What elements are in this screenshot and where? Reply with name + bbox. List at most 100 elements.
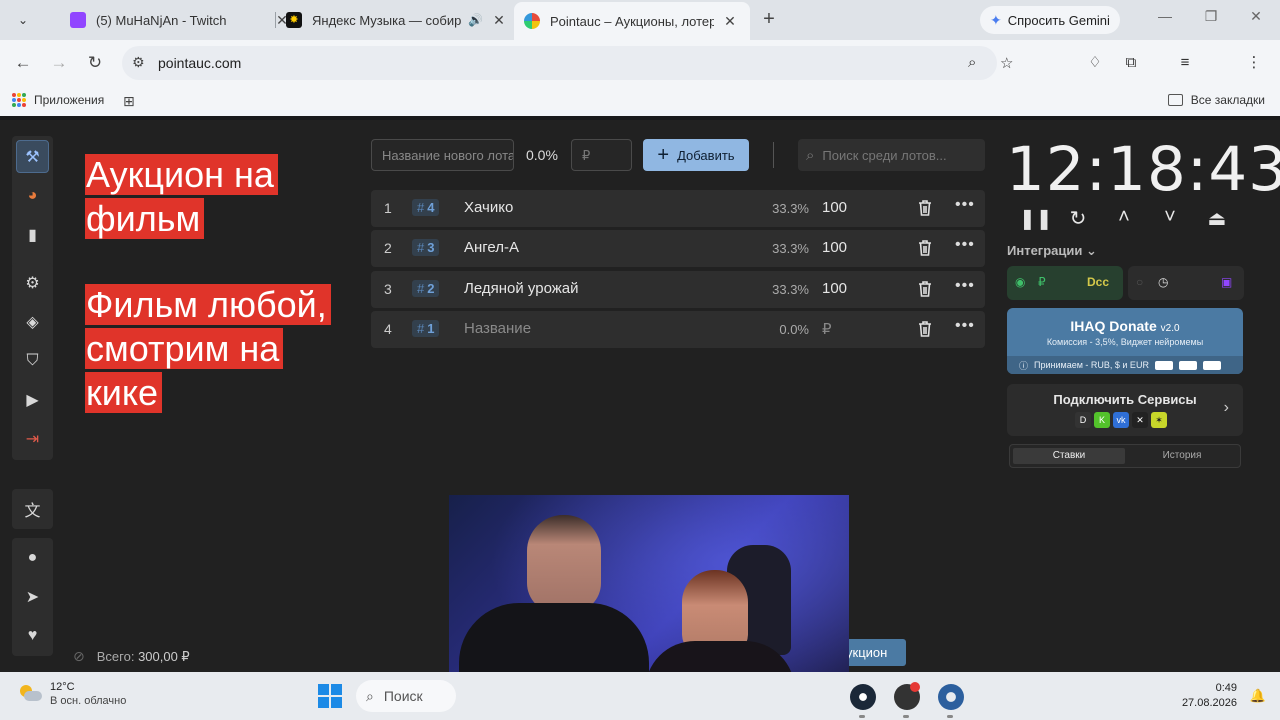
maximize-button[interactable]: ❐ <box>1199 8 1223 25</box>
more-options-icon[interactable]: ••• <box>955 196 975 214</box>
lot-name[interactable]: Название <box>464 320 531 337</box>
double-chevron-up-icon[interactable]: ⏏ <box>1204 206 1230 231</box>
lot-id-tag: #2 <box>412 280 440 297</box>
new-lot-name-input[interactable]: Название нового лота <box>371 139 514 171</box>
video-icon[interactable]: ▶ <box>16 383 49 416</box>
translate-icon[interactable]: 文 <box>16 492 49 525</box>
auction-rule-overlay: Фильм любой, смотрим на кике <box>85 283 360 415</box>
trash-icon[interactable] <box>916 279 934 299</box>
more-options-icon[interactable]: ••• <box>955 236 975 254</box>
trash-icon[interactable] <box>916 238 934 258</box>
pause-icon[interactable]: ❚❚ <box>1019 206 1053 231</box>
media-controls-icon[interactable]: ≡ <box>1174 52 1196 74</box>
search-lots-input[interactable]: ⌕ Поиск среди лотов... <box>798 139 985 171</box>
lot-name[interactable]: Ангел-А <box>464 239 519 256</box>
add-lot-label: Добавить <box>677 147 735 163</box>
auction-button[interactable]: укцион <box>842 639 906 666</box>
lot-row[interactable]: 2 #3 Ангел-А 33.3% 100 ••• <box>371 230 985 267</box>
tab-search-icon[interactable]: ⌄ <box>10 8 36 32</box>
chevron-down-icon[interactable]: ˅ <box>1157 206 1183 229</box>
lot-name[interactable]: Ледяной урожай <box>464 280 579 297</box>
tab-twitch[interactable]: (5) MuHaNjAn - Twitch ✕ <box>60 4 300 36</box>
tab-close-icon[interactable]: ✕ <box>722 13 738 30</box>
notifications-icon[interactable]: 🔔 <box>1250 688 1266 704</box>
extensions-icon[interactable]: ⧉ <box>1120 52 1142 74</box>
steam-icon[interactable] <box>850 684 876 710</box>
chevron-up-icon[interactable]: ˄ <box>1111 206 1137 229</box>
system-clock[interactable]: 0:49 27.08.2026 <box>1182 681 1237 711</box>
chevron-right-icon[interactable]: › <box>1224 399 1229 417</box>
github-icon[interactable]: ● <box>16 541 49 574</box>
weather-widget[interactable]: 12°C В осн. облачно <box>18 680 126 708</box>
gemini-label: Спросить Gemini <box>1007 12 1110 28</box>
extension-shield-icon[interactable]: ♢ <box>1084 52 1106 74</box>
site-settings-icon[interactable]: ⚙ <box>132 54 145 71</box>
trash-icon[interactable] <box>916 198 934 218</box>
radio-on-icon[interactable]: ◉ <box>1015 275 1025 289</box>
settings-icon[interactable]: ⚙ <box>16 266 49 299</box>
lot-amount[interactable]: 100 <box>822 280 847 297</box>
windows-start-icon[interactable] <box>318 684 342 708</box>
integration-card-active[interactable]: ◉ ₽ Dcc <box>1007 266 1123 300</box>
zoom-icon[interactable]: ⌕ <box>968 54 976 71</box>
taskbar-search[interactable]: ⌕ Поиск <box>356 680 456 712</box>
apps-bookmark[interactable]: Приложения <box>12 93 104 107</box>
settings-gear-icon[interactable] <box>938 684 964 710</box>
new-tab-button[interactable]: + <box>758 9 780 31</box>
lot-row[interactable]: 3 #2 Ледяной урожай 33.3% 100 ••• <box>371 271 985 308</box>
integrations-toggle[interactable]: Интеграции ⌄ <box>1007 243 1097 259</box>
integration-card-inactive[interactable]: ○ ◷ ▣ <box>1128 266 1244 300</box>
menu-dots-icon[interactable]: ⋮ <box>1243 52 1265 74</box>
back-icon[interactable]: ← <box>12 52 34 74</box>
browser-toolbar: ← → ↻ ⚙ pointauc.com ⌕ ☆ 1 ♢ ⧉ ≡ ⋮ <box>0 40 1280 115</box>
reload-icon[interactable]: ↻ <box>84 52 106 74</box>
search-icon: ⌕ <box>366 687 374 704</box>
ask-gemini-button[interactable]: ✦ Спросить Gemini <box>980 6 1120 34</box>
tab-pointauc[interactable]: Pointauc – Аукционы, лотерея ✕ <box>514 2 750 40</box>
bookmark-star-icon[interactable]: ☆ <box>1000 54 1013 72</box>
connect-services-card[interactable]: Подключить Сервисы D K vk ✕ ✶ › <box>1007 384 1243 436</box>
layers-icon[interactable]: ◈ <box>16 305 49 338</box>
trash-icon[interactable] <box>916 319 934 339</box>
radio-off-icon[interactable]: ○ <box>1136 275 1143 289</box>
more-options-icon[interactable]: ••• <box>955 317 975 335</box>
mir-icon <box>1178 360 1197 370</box>
all-bookmarks[interactable]: Все закладки <box>1167 93 1265 107</box>
ihaq-donate-card[interactable]: IHAQ Donate v2.0 Комиссия - 3,5%, Виджет… <box>1007 308 1243 374</box>
auction-title-overlay: Аукцион на фильм <box>85 153 325 241</box>
minimize-button[interactable]: — <box>1153 8 1177 24</box>
address-bar[interactable]: ⚙ pointauc.com ⌕ ☆ <box>122 46 1013 80</box>
lot-name[interactable]: Хачико <box>464 199 513 216</box>
forward-icon[interactable]: → <box>48 52 70 74</box>
lot-amount[interactable]: 100 <box>822 199 847 216</box>
donationalerts-icon: Dcc <box>1087 275 1110 289</box>
eye-off-icon[interactable]: ⊘ <box>73 648 85 665</box>
logout-icon[interactable]: ⇥ <box>16 422 49 455</box>
reset-icon[interactable]: ↻ <box>1065 206 1091 231</box>
lot-amount[interactable]: ₽ <box>822 320 832 338</box>
lot-id: 1 <box>427 321 435 336</box>
tab-bids[interactable]: Ставки <box>1013 448 1125 464</box>
system-date: 27.08.2026 <box>1181 697 1237 709</box>
lot-row[interactable]: 1 #4 Хачико 33.3% 100 ••• <box>371 190 985 227</box>
auction-icon[interactable]: ⚒ <box>16 140 49 173</box>
tab-yandex-music[interactable]: ✸ Яндекс Музыка — собирае 🔊 ✕ <box>276 4 517 36</box>
more-options-icon[interactable]: ••• <box>955 277 975 295</box>
new-lot-amount-input[interactable]: ₽ <box>571 139 632 171</box>
lot-row[interactable]: 4 #1 Название 0.0% ₽ ••• <box>371 311 985 348</box>
close-window-button[interactable]: ✕ <box>1244 8 1268 25</box>
lot-amount[interactable]: 100 <box>822 239 847 256</box>
stats-icon[interactable]: ▮ <box>16 218 49 251</box>
add-lot-button[interactable]: + Добавить <box>643 139 749 171</box>
donate-icon[interactable]: ♥ <box>16 619 49 652</box>
tab-close-icon[interactable]: ✕ <box>491 12 507 29</box>
wheel-icon[interactable]: ◕ <box>16 179 49 212</box>
lot-number: 2 <box>384 240 392 256</box>
audio-playing-icon[interactable]: 🔊 <box>468 13 483 27</box>
lot-number: 3 <box>384 281 392 297</box>
tab-history[interactable]: История <box>1126 448 1238 464</box>
telegram-icon[interactable]: ➤ <box>16 580 49 613</box>
shield-icon[interactable]: ⛉ <box>16 344 49 377</box>
address-url[interactable]: pointauc.com <box>158 55 241 71</box>
tab-groups-icon[interactable]: ⊞ <box>123 93 135 110</box>
